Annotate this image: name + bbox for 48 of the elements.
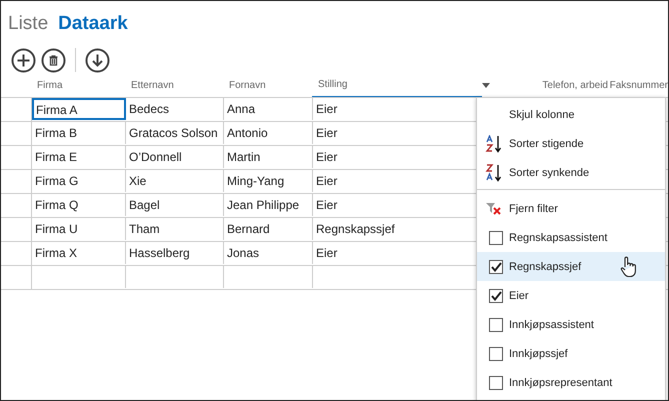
checkbox[interactable]: [489, 376, 503, 390]
table-cell[interactable]: Antonio: [224, 122, 313, 144]
filter-option[interactable]: Innkjøpsassistent: [477, 310, 665, 339]
clear-filter-icon: [485, 202, 503, 216]
trash-icon[interactable]: [41, 48, 66, 72]
table-cell[interactable]: Firma E: [32, 146, 126, 168]
download-icon[interactable]: [85, 48, 110, 72]
table-cell[interactable]: Firma Q: [32, 194, 126, 216]
table-cell[interactable]: Firma B: [32, 122, 126, 144]
filter-option[interactable]: Regnskapssjef: [477, 252, 665, 281]
table-cell[interactable]: Bedecs: [126, 98, 224, 120]
checkbox[interactable]: [489, 318, 503, 332]
table-cell[interactable]: Jonas: [224, 242, 313, 264]
table-cell[interactable]: Tham: [126, 218, 224, 240]
column-header[interactable]: Telefon, arbeid: [542, 80, 608, 97]
checkbox[interactable]: [489, 288, 503, 302]
filter-option[interactable]: Innkjøpssjef: [477, 339, 665, 368]
table-cell[interactable]: Gratacos Solson: [126, 122, 224, 144]
filter-option[interactable]: Eier: [477, 281, 665, 310]
table-cell[interactable]: Ming-Yang: [224, 170, 313, 192]
column-header[interactable]: Stilling: [318, 79, 348, 96]
table-cell[interactable]: Firma G: [32, 170, 126, 192]
table-cell[interactable]: Firma X: [32, 242, 126, 264]
table-cell[interactable]: Anna: [224, 98, 313, 120]
hand-cursor-icon: [620, 256, 638, 278]
table-cell[interactable]: Firma A: [32, 98, 126, 120]
filter-option[interactable]: Innkjøpsrepresentant: [477, 368, 665, 397]
view-tab[interactable]: Dataark: [58, 13, 128, 35]
view-tab[interactable]: Liste: [8, 13, 48, 35]
add-icon[interactable]: [11, 48, 36, 72]
column-header[interactable]: Fornavn: [229, 80, 266, 97]
column-header[interactable]: Etternavn: [131, 80, 174, 97]
table-cell[interactable]: Martin: [224, 146, 313, 168]
table-cell[interactable]: Hasselberg: [126, 242, 224, 264]
table-cell[interactable]: Jean Philippe: [224, 194, 313, 216]
sort-ascending-icon: [485, 134, 503, 152]
table-cell[interactable]: O’Donnell: [126, 146, 224, 168]
table-cell[interactable]: Bagel: [126, 194, 224, 216]
column-header[interactable]: Firma: [37, 80, 63, 97]
table-cell[interactable]: Xie: [126, 170, 224, 192]
column-header[interactable]: Faksnummer: [610, 80, 668, 97]
dropdown-arrow-icon[interactable]: [482, 83, 490, 88]
table-cell[interactable]: Firma U: [32, 218, 126, 240]
table-cell[interactable]: Bernard: [224, 218, 313, 240]
sort-descending-icon: [485, 164, 503, 182]
checkbox[interactable]: [489, 346, 503, 360]
checkbox[interactable]: [489, 260, 503, 274]
checkbox[interactable]: [489, 230, 503, 244]
